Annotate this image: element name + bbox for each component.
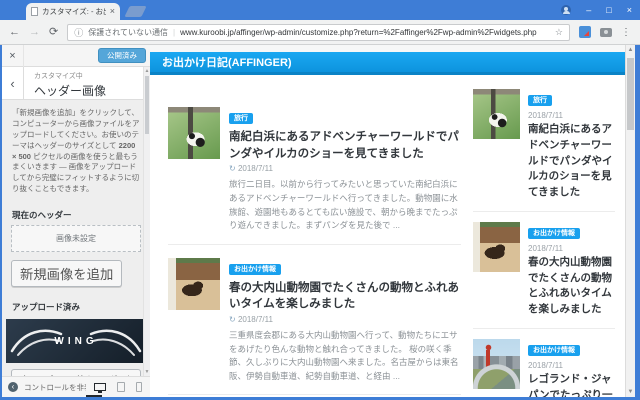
post-excerpt: 三重県度会郡にある大内山動物園へ行って、動物たちにエサをあげたり色んな動物と触れ… — [229, 329, 461, 383]
updated-icon: ↻ — [229, 164, 236, 173]
chrome-menu-icon[interactable]: ⋮ — [621, 27, 631, 38]
sidebar-scrollbar[interactable]: ▲ ▼ — [143, 67, 150, 376]
scroll-down-icon[interactable]: ▼ — [626, 389, 635, 395]
uploaded-label: アップロード済み — [2, 295, 150, 317]
sidebar-post-date: 2018/7/11 — [528, 361, 615, 370]
sidebar-thumbnail-panda[interactable] — [473, 89, 520, 139]
customizer-close-icon[interactable]: × — [2, 45, 24, 67]
post-excerpt: 旅行二日目。以前から行ってみたいと思っていた南紀白浜にあるアドベンチャーワールド… — [229, 178, 461, 232]
category-badge[interactable]: お出かけ情報 — [229, 264, 281, 275]
sidebar-post-title[interactable]: レゴランド・ジャパンでたっぷり一日遊んできました — [528, 372, 615, 397]
category-badge[interactable]: お出かけ情報 — [528, 228, 580, 239]
browser-window: カスタマイズ: - お出かけ日記 × – □ × ← → ⟳ ⓘ 保護されていな… — [0, 0, 640, 400]
sidebar-post-item: お出かけ情報 2018/7/11 レゴランド・ジャパンでたっぷり一日遊んできまし… — [473, 329, 615, 397]
info-icon[interactable]: ⓘ — [74, 26, 83, 39]
collapse-icon[interactable]: ‹ — [8, 382, 18, 392]
post-date: 2018/7/11 — [238, 315, 273, 324]
tablet-preview-icon[interactable] — [117, 382, 125, 392]
post-title[interactable]: 南紀白浜にあるアドベンチャーワールドでパンダやイルカのショーを見てきました — [229, 129, 461, 162]
bookmark-star-icon[interactable]: ☆ — [555, 27, 563, 38]
publish-button[interactable]: 公開済み — [98, 48, 146, 63]
description-text-2: ピクセルの画像を使うと最もうまくいきます — 画像をアップロードしてから完璧にフ… — [12, 152, 139, 194]
sidebar-thumbnail-lego[interactable] — [473, 339, 520, 389]
close-button[interactable]: × — [627, 6, 632, 15]
preview-scrollbar[interactable]: ▲ ▼ — [625, 45, 635, 397]
category-badge[interactable]: 旅行 — [229, 113, 253, 124]
browser-toolbar: ← → ⟳ ⓘ 保護されていない通信 | www.kuroobi.jp/affi… — [0, 20, 640, 45]
extension-icon-2[interactable] — [600, 28, 612, 37]
sidebar-post-item: お出かけ情報 2018/7/11 春の大内山動物園でたくさんの動物とふれあいタイ… — [473, 212, 615, 329]
forward-icon[interactable]: → — [29, 27, 40, 38]
post-title[interactable]: 春の大内山動物園でたくさんの動物とふれあいタイムを楽しみました — [229, 280, 461, 313]
desktop-preview-icon[interactable] — [94, 383, 106, 391]
uploaded-header-image[interactable]: WING — [6, 319, 146, 363]
wing-logo-text: WING — [54, 336, 97, 347]
tab-title: カスタマイズ: - お出かけ日記 — [42, 6, 106, 17]
category-badge[interactable]: 旅行 — [528, 95, 552, 106]
panel-back-icon[interactable]: ‹ — [2, 67, 24, 99]
page-favicon-icon — [31, 7, 38, 16]
profile-icon[interactable] — [561, 5, 571, 15]
panel-header: ‹ カスタマイズ中 ヘッダー画像 — [2, 67, 150, 100]
security-label: 保護されていない通信 — [88, 27, 168, 38]
refresh-icon[interactable]: ⟳ — [49, 27, 58, 38]
window-border-left — [0, 45, 2, 400]
sidebar-post-date: 2018/7/11 — [528, 244, 615, 253]
no-image-placeholder: 画像未設定 — [11, 225, 141, 252]
post-item: お出かけ情報 春の大内山動物園でたくさんの動物とふれあいタイムを楽しみました ↻… — [168, 258, 461, 396]
mobile-preview-icon[interactable] — [136, 382, 142, 392]
site-preview: お出かけ日記(AFFINGER) 旅行 南紀白浜にあるアドベンチャーワールドでパ… — [150, 45, 625, 397]
panel-description: 「新規画像を追加」をクリックして、コンピューターから画像ファイルをアップロードし… — [2, 100, 150, 203]
updated-icon: ↻ — [229, 315, 236, 324]
back-icon[interactable]: ← — [9, 27, 20, 38]
site-title[interactable]: お出かけ日記(AFFINGER) — [162, 57, 292, 69]
address-bar[interactable]: ⓘ 保護されていない通信 | www.kuroobi.jp/affinger/w… — [67, 24, 570, 41]
post-thumbnail-panda[interactable] — [168, 107, 220, 159]
sidebar-post-item: 旅行 2018/7/11 南紀白浜にあるアドベンチャーワールドでパンダやイルカの… — [473, 89, 615, 212]
post-item: 旅行 南紀白浜にあるアドベンチャーワールドでパンダやイルカのショーを見てきました… — [168, 107, 461, 245]
scroll-up-icon[interactable]: ▲ — [626, 47, 635, 53]
extension-icon-1[interactable] — [579, 26, 591, 38]
blog-sidebar: 旅行 2018/7/11 南紀白浜にあるアドベンチャーワールドでパンダやイルカの… — [473, 75, 625, 397]
customizer-topbar: × 公開済み — [2, 45, 150, 67]
window-border-right — [635, 45, 640, 400]
maximize-button[interactable]: □ — [606, 6, 611, 15]
sidebar-thumbnail-pony[interactable] — [473, 222, 520, 272]
customizing-label: カスタマイズ中 — [34, 71, 106, 81]
current-header-label: 現在のヘッダー — [2, 203, 150, 225]
tab-close-icon[interactable]: × — [110, 7, 115, 16]
add-new-image-button[interactable]: 新規画像を追加 — [11, 260, 122, 287]
site-header: お出かけ日記(AFFINGER) — [150, 52, 625, 75]
omnibox-separator: | — [173, 28, 175, 37]
post-date: 2018/7/11 — [238, 164, 273, 173]
sidebar-post-title[interactable]: 南紀白浜にあるアドベンチャーワールドでパンダやイルカのショーを見てきました — [528, 122, 615, 201]
hide-controls-label[interactable]: コントロールを非表示 — [24, 382, 86, 393]
minimize-button[interactable]: – — [586, 6, 591, 15]
browser-tab[interactable]: カスタマイズ: - お出かけ日記 × — [26, 3, 120, 20]
browser-titlebar: カスタマイズ: - お出かけ日記 × – □ × — [0, 0, 640, 20]
panel-title: ヘッダー画像 — [34, 82, 106, 99]
sidebar-post-title[interactable]: 春の大内山動物園でたくさんの動物とふれあいタイムを楽しみました — [528, 255, 615, 318]
customizer-sidebar: × 公開済み ‹ カスタマイズ中 ヘッダー画像 「新規画像を追加」をクリックして… — [2, 45, 150, 397]
customizer-footer: ‹ コントロールを非表示 — [2, 376, 150, 397]
url-text[interactable]: www.kuroobi.jp/affinger/wp-admin/customi… — [180, 28, 550, 37]
category-badge[interactable]: お出かけ情報 — [528, 345, 580, 356]
sidebar-scrollbar-thumb[interactable] — [145, 76, 149, 134]
post-thumbnail-pony[interactable] — [168, 258, 220, 310]
sidebar-post-date: 2018/7/11 — [528, 111, 615, 120]
post-list: 旅行 南紀白浜にあるアドベンチャーワールドでパンダやイルカのショーを見てきました… — [150, 75, 473, 397]
new-tab-button[interactable] — [124, 6, 146, 17]
preview-scrollbar-thumb[interactable] — [627, 58, 634, 130]
